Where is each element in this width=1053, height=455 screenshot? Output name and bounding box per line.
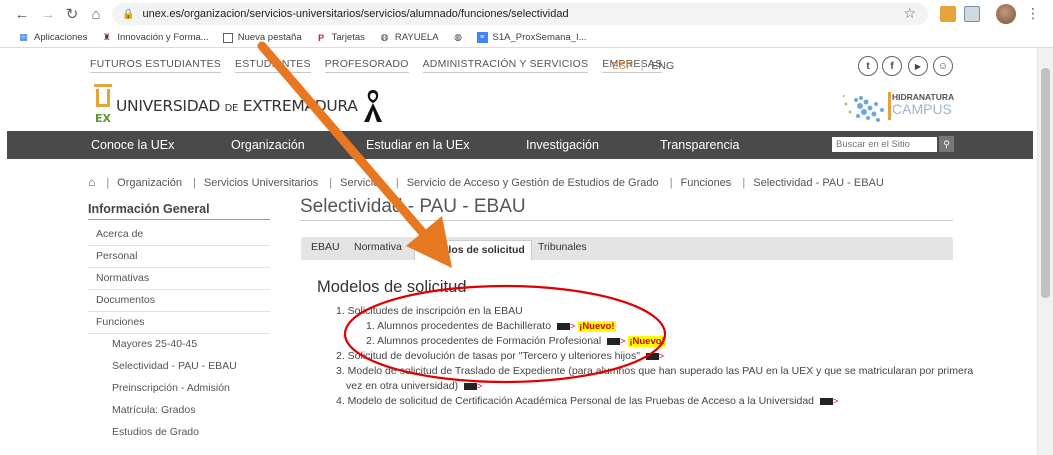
annotation-circle xyxy=(343,284,667,384)
annotation-overlay xyxy=(257,41,667,384)
annotation-arrow xyxy=(257,41,441,253)
